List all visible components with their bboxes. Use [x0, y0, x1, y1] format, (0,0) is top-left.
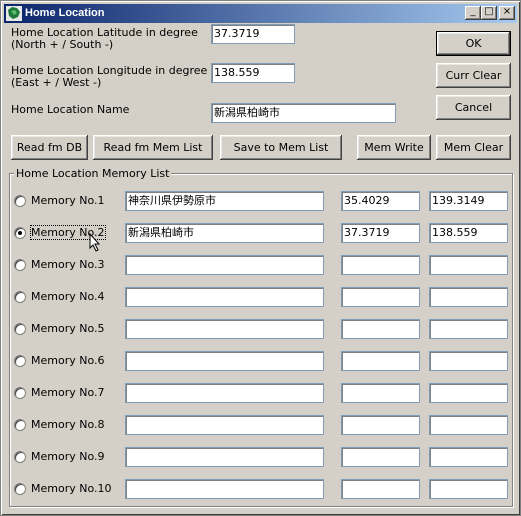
- app-icon: [6, 6, 22, 21]
- memory-radio-3[interactable]: [14, 259, 26, 271]
- memory-name-input-9[interactable]: [125, 447, 324, 467]
- curr-clear-button[interactable]: Curr Clear: [436, 63, 511, 88]
- memory-label-3[interactable]: Memory No.3: [31, 258, 105, 271]
- memory-radio-7[interactable]: [14, 387, 26, 399]
- memory-name-input-3[interactable]: [125, 255, 324, 275]
- memory-longitude-input-5[interactable]: [429, 319, 508, 339]
- memory-longitude-input-10[interactable]: [429, 479, 508, 499]
- memory-latitude-input-5[interactable]: [341, 319, 420, 339]
- memory-label-10[interactable]: Memory No.10: [31, 482, 112, 495]
- radio-selected-dot: [18, 231, 22, 235]
- memory-label-7[interactable]: Memory No.7: [31, 386, 105, 399]
- memory-longitude-input-9[interactable]: [429, 447, 508, 467]
- memory-name-input-4[interactable]: [125, 287, 324, 307]
- memory-label-5[interactable]: Memory No.5: [31, 322, 105, 335]
- close-button[interactable]: ×: [499, 6, 515, 20]
- memory-name-input-2[interactable]: 新潟県柏崎市: [125, 223, 324, 243]
- memory-longitude-input-8[interactable]: [429, 415, 508, 435]
- longitude-input[interactable]: 138.559: [211, 63, 295, 83]
- memory-radio-10[interactable]: [14, 483, 26, 495]
- memory-longitude-input-4[interactable]: [429, 287, 508, 307]
- memory-radio-6[interactable]: [14, 355, 26, 367]
- cancel-button[interactable]: Cancel: [436, 95, 511, 120]
- memory-latitude-input-8[interactable]: [341, 415, 420, 435]
- location-name-label: Home Location Name: [11, 103, 130, 116]
- memory-longitude-input-2[interactable]: 138.559: [429, 223, 508, 243]
- memory-latitude-input-3[interactable]: [341, 255, 420, 275]
- memory-label-4[interactable]: Memory No.4: [31, 290, 105, 303]
- read-from-db-button[interactable]: Read fm DB: [11, 135, 88, 160]
- memory-latitude-input-1[interactable]: 35.4029: [341, 191, 420, 211]
- memory-name-input-10[interactable]: [125, 479, 324, 499]
- memory-longitude-input-7[interactable]: [429, 383, 508, 403]
- location-name-input[interactable]: 新潟県柏崎市: [211, 103, 396, 123]
- memory-radio-1[interactable]: [14, 195, 26, 207]
- memory-radio-2[interactable]: [14, 227, 26, 239]
- maximize-button[interactable]: □: [481, 6, 497, 20]
- memory-name-input-1[interactable]: 神奈川県伊勢原市: [125, 191, 324, 211]
- memory-name-input-5[interactable]: [125, 319, 324, 339]
- longitude-hint: (East + / West -): [11, 76, 102, 89]
- mem-write-button[interactable]: Mem Write: [357, 135, 431, 160]
- mem-clear-button[interactable]: Mem Clear: [436, 135, 511, 160]
- memory-radio-9[interactable]: [14, 451, 26, 463]
- read-from-mem-list-button[interactable]: Read fm Mem List: [93, 135, 213, 160]
- save-to-mem-list-button[interactable]: Save to Mem List: [220, 135, 342, 160]
- memory-latitude-input-9[interactable]: [341, 447, 420, 467]
- memory-radio-5[interactable]: [14, 323, 26, 335]
- memory-latitude-input-10[interactable]: [341, 479, 420, 499]
- latitude-input[interactable]: 37.3719: [211, 24, 295, 44]
- memory-latitude-input-4[interactable]: [341, 287, 420, 307]
- home-location-window: Home Location _ □ × Home Location Latitu…: [0, 0, 521, 516]
- window-title: Home Location: [25, 7, 105, 19]
- memory-label-6[interactable]: Memory No.6: [31, 354, 105, 367]
- memory-label-8[interactable]: Memory No.8: [31, 418, 105, 431]
- memory-latitude-input-2[interactable]: 37.3719: [341, 223, 420, 243]
- memory-latitude-input-7[interactable]: [341, 383, 420, 403]
- memory-radio-8[interactable]: [14, 419, 26, 431]
- memory-name-input-7[interactable]: [125, 383, 324, 403]
- memory-longitude-input-6[interactable]: [429, 351, 508, 371]
- minimize-button[interactable]: _: [465, 6, 481, 20]
- memory-name-input-6[interactable]: [125, 351, 324, 371]
- memory-radio-4[interactable]: [14, 291, 26, 303]
- memory-longitude-input-1[interactable]: 139.3149: [429, 191, 508, 211]
- latitude-hint: (North + / South -): [11, 38, 114, 51]
- ok-button[interactable]: OK: [436, 31, 511, 56]
- memory-longitude-input-3[interactable]: [429, 255, 508, 275]
- memory-name-input-8[interactable]: [125, 415, 324, 435]
- memory-list-title: Home Location Memory List: [14, 167, 172, 180]
- memory-latitude-input-6[interactable]: [341, 351, 420, 371]
- memory-label-9[interactable]: Memory No.9: [31, 450, 105, 463]
- memory-label-1[interactable]: Memory No.1: [31, 194, 105, 207]
- mouse-cursor-icon: [89, 233, 101, 252]
- title-bar[interactable]: Home Location _ □ ×: [4, 4, 517, 23]
